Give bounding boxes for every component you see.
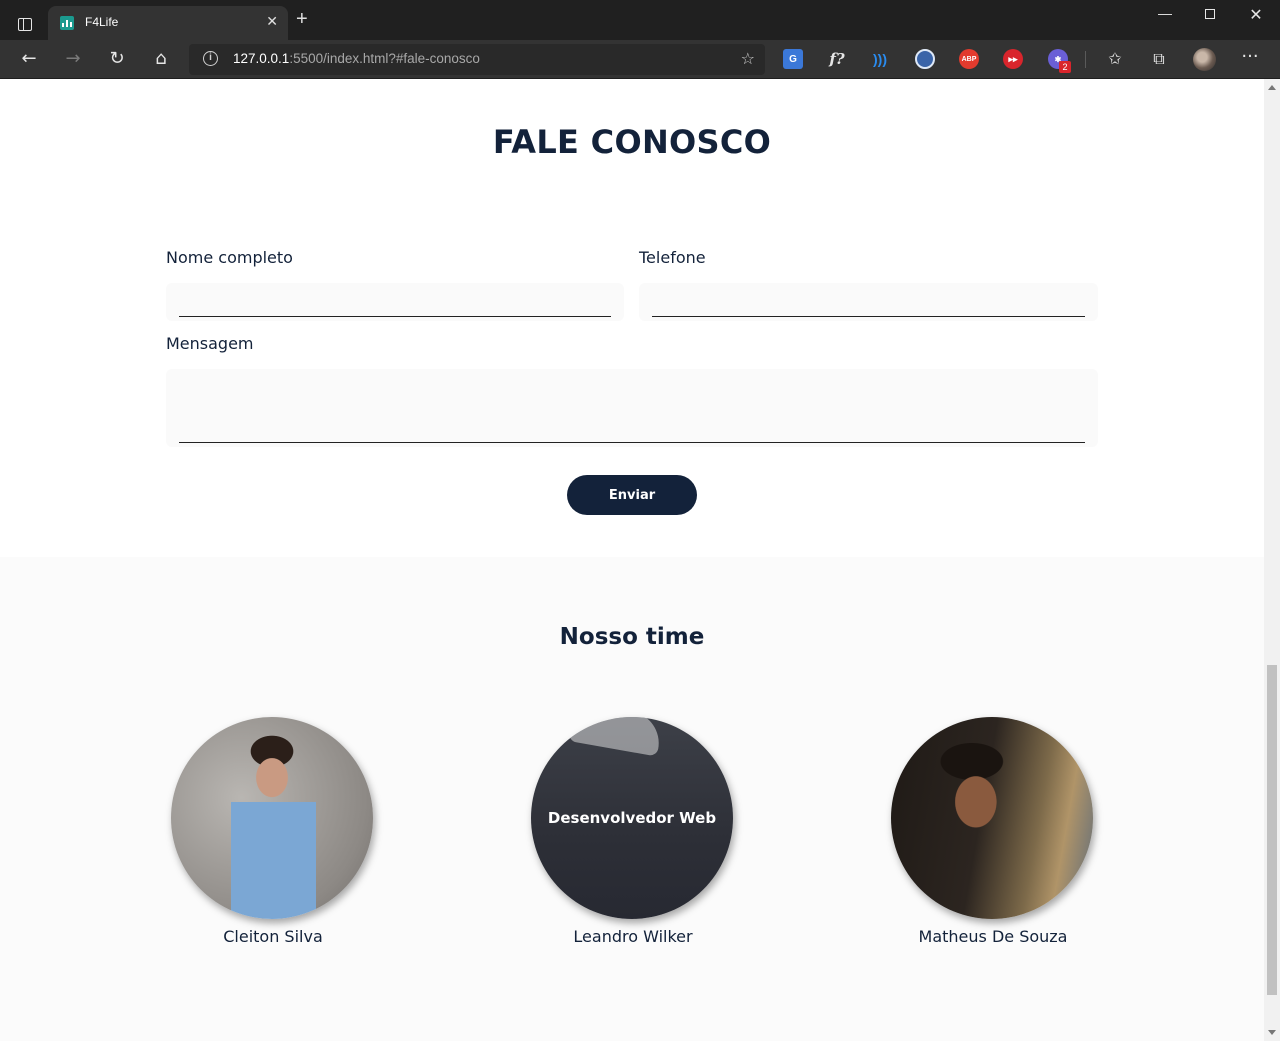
collections-icon[interactable]: ⧉ bbox=[1147, 47, 1171, 71]
home-icon[interactable]: ⌂ bbox=[147, 46, 175, 72]
page-viewport: FALE CONOSCO Nome completo Telefone Mens… bbox=[0, 79, 1264, 1041]
signal-extension-icon[interactable]: ))) bbox=[870, 49, 890, 69]
extension-badge: 2 bbox=[1059, 61, 1071, 73]
close-tab-icon[interactable]: ✕ bbox=[266, 14, 278, 30]
toolbar-divider bbox=[1085, 51, 1086, 68]
back-arrow-icon[interactable]: ← bbox=[15, 46, 43, 72]
member-role-overlay: Desenvolvedor Web bbox=[547, 809, 717, 827]
message-textarea-underline bbox=[179, 442, 1085, 443]
favorites-icon[interactable]: ✩ bbox=[1103, 47, 1127, 71]
tab-actions-button[interactable] bbox=[10, 10, 40, 38]
contact-title: FALE CONOSCO bbox=[492, 123, 772, 161]
phone-input[interactable] bbox=[639, 283, 1098, 321]
name-input[interactable] bbox=[166, 283, 624, 321]
reload-icon[interactable]: ↻ bbox=[103, 46, 131, 72]
member-name: Cleiton Silva bbox=[223, 927, 323, 946]
address-bar[interactable]: i 127.0.0.1:5500/index.html?#fale-conosc… bbox=[189, 44, 765, 75]
scrollbar-thumb[interactable] bbox=[1267, 665, 1277, 995]
video-extension-icon[interactable]: ▸▸ bbox=[1003, 49, 1023, 69]
message-label: Mensagem bbox=[166, 334, 254, 353]
team-member-card: Cleiton Silva bbox=[171, 717, 375, 946]
translate-extension-icon[interactable]: G bbox=[783, 49, 803, 69]
more-options-icon[interactable]: ··· bbox=[1238, 47, 1262, 71]
team-member-card: Desenvolvedor Web Leandro Wilker bbox=[531, 717, 735, 946]
browser-tab[interactable]: F4Life ✕ bbox=[48, 6, 288, 40]
profile-avatar[interactable] bbox=[1193, 48, 1216, 71]
team-title: Nosso time bbox=[559, 624, 705, 650]
message-textarea[interactable] bbox=[166, 369, 1098, 447]
browser-toolbar: ← → ↻ ⌂ i 127.0.0.1:5500/index.html?#fal… bbox=[0, 40, 1280, 79]
minimize-window-icon[interactable]: — bbox=[1142, 5, 1188, 21]
phone-input-underline bbox=[652, 316, 1085, 317]
formula-extension-icon[interactable]: f? bbox=[826, 49, 848, 69]
member-photo[interactable]: Desenvolvedor Web bbox=[531, 717, 733, 919]
close-window-icon[interactable]: ✕ bbox=[1233, 5, 1279, 25]
browser-tab-bar: F4Life ✕ + — ✕ bbox=[0, 0, 1280, 40]
forward-arrow-icon[interactable]: → bbox=[59, 46, 87, 72]
scroll-up-arrow-icon[interactable] bbox=[1268, 85, 1276, 90]
member-photo[interactable] bbox=[891, 717, 1093, 919]
site-info-icon[interactable]: i bbox=[203, 51, 218, 66]
maximize-window-icon[interactable] bbox=[1187, 5, 1233, 22]
url-host: 127.0.0.1 bbox=[233, 51, 290, 66]
phone-label: Telefone bbox=[639, 248, 706, 267]
page-scrollbar[interactable] bbox=[1264, 79, 1280, 1041]
address-url[interactable]: 127.0.0.1:5500/index.html?#fale-conosco bbox=[233, 51, 480, 66]
contact-section: FALE CONOSCO Nome completo Telefone Mens… bbox=[0, 79, 1264, 557]
member-photo[interactable] bbox=[171, 717, 373, 919]
circle-extension-icon[interactable] bbox=[915, 49, 935, 69]
name-label: Nome completo bbox=[166, 248, 293, 267]
scroll-down-arrow-icon[interactable] bbox=[1268, 1030, 1276, 1035]
send-button[interactable]: Enviar bbox=[567, 475, 697, 515]
member-name: Matheus De Souza bbox=[918, 927, 1068, 946]
site-favicon-icon bbox=[60, 16, 74, 30]
name-input-underline bbox=[179, 316, 611, 317]
new-tab-icon[interactable]: + bbox=[296, 9, 308, 29]
tab-actions-icon bbox=[18, 17, 32, 31]
adblock-extension-icon[interactable]: ABP bbox=[959, 49, 979, 69]
tab-title: F4Life bbox=[85, 15, 119, 29]
member-name: Leandro Wilker bbox=[573, 927, 693, 946]
add-favorite-icon[interactable]: ☆ bbox=[741, 49, 755, 68]
url-path: :5500/index.html?#fale-conosco bbox=[289, 51, 480, 66]
team-member-card: Matheus De Souza bbox=[891, 717, 1095, 946]
team-section: Nosso time Cleiton Silva Desenvolvedor W… bbox=[0, 557, 1264, 1041]
